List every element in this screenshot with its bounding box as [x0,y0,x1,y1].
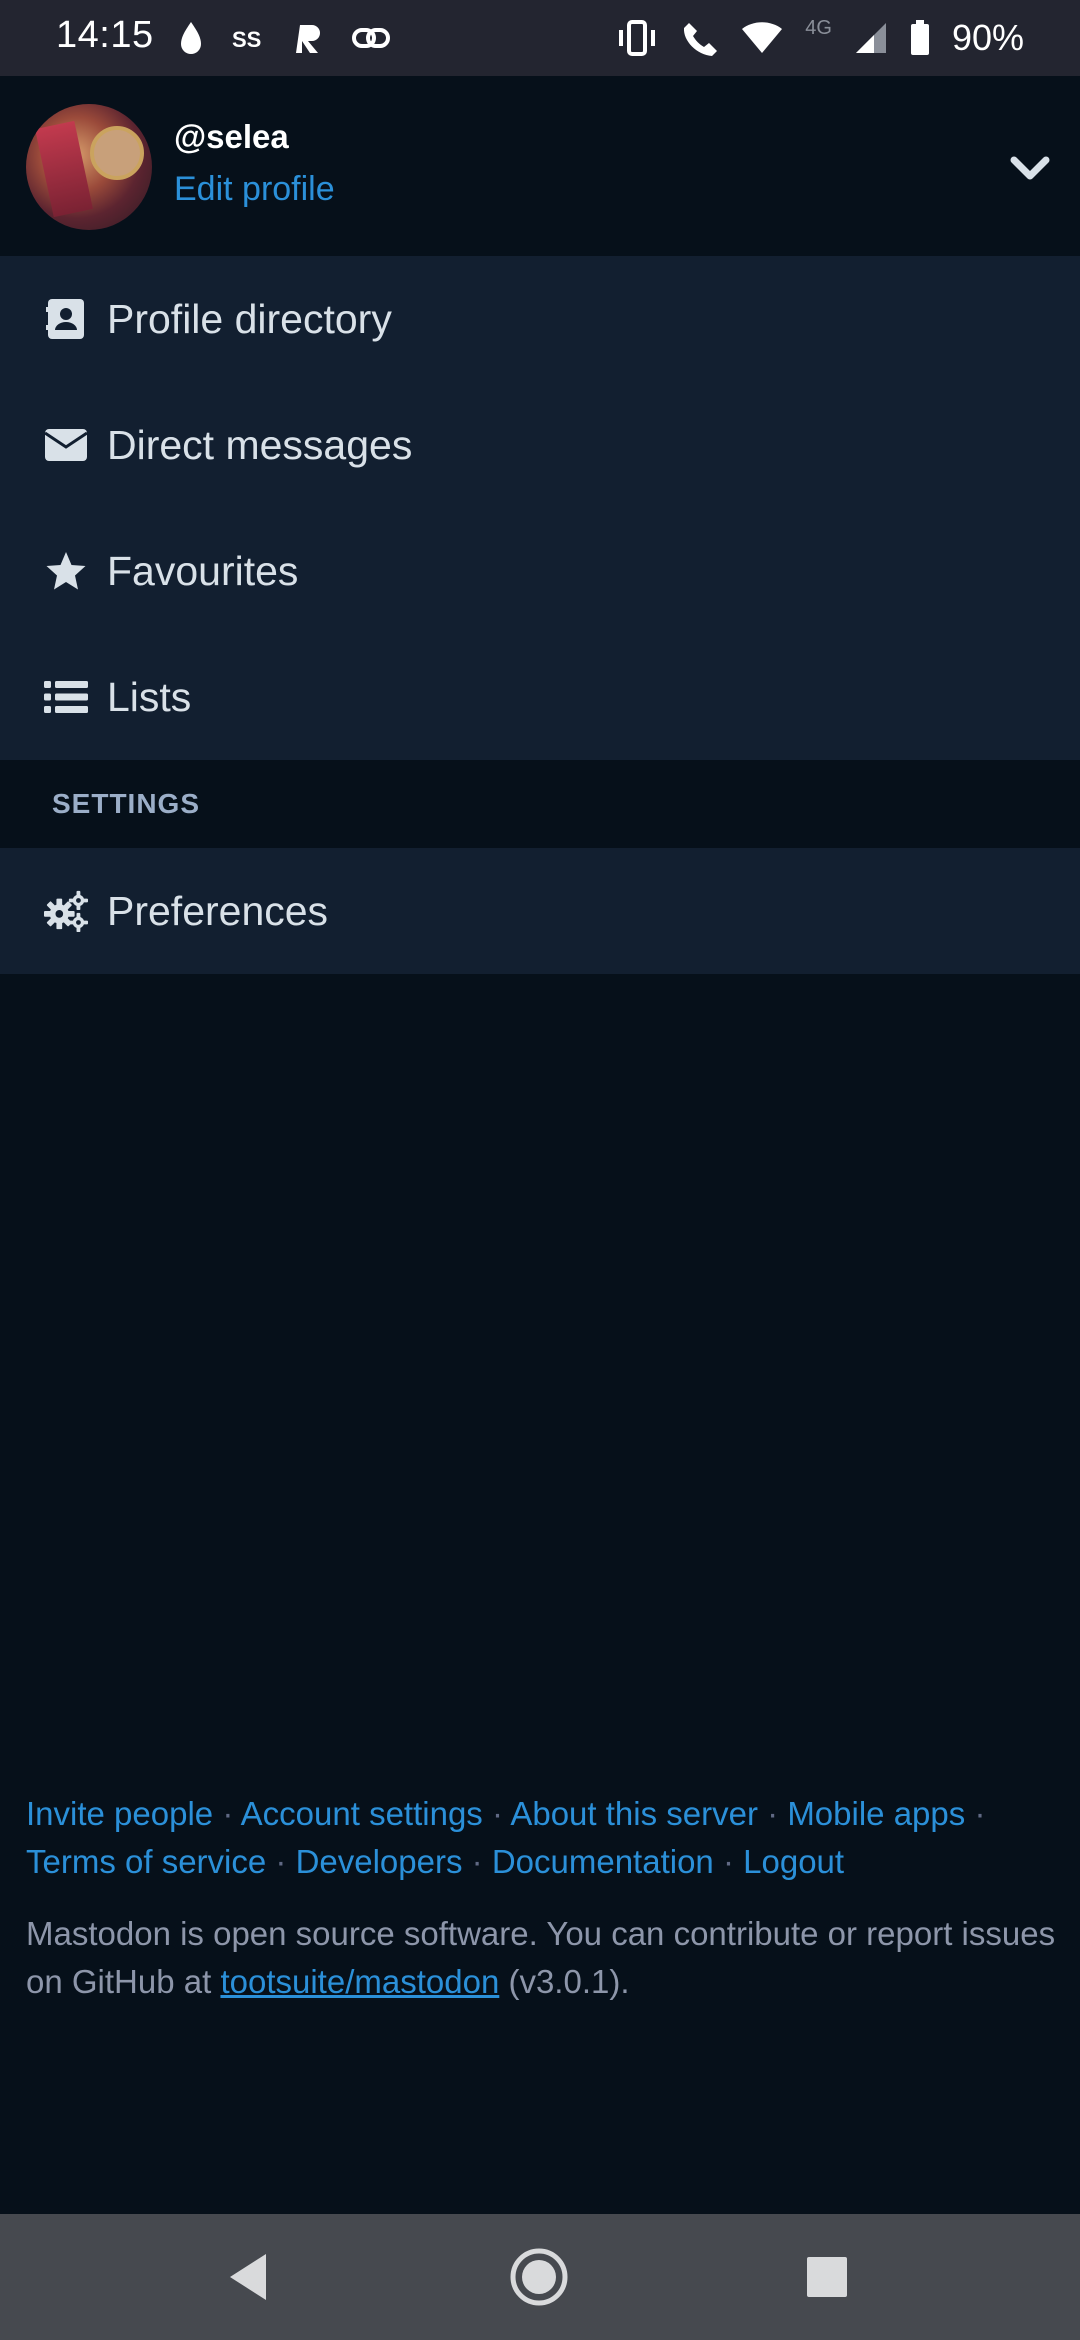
footer: Invite people · Account settings · About… [26,1790,1056,2006]
signal-icon [855,23,886,53]
version-text: (v3.0.1). [508,1963,630,2000]
status-bar: 14:15 SS 4G 90% [0,0,1080,76]
envelope-icon [44,423,88,467]
address-card-icon [44,297,88,341]
repo-link[interactable]: tootsuite/mastodon [220,1963,499,2000]
notification-drop-icon [181,22,201,54]
chevron-down-icon[interactable] [1008,146,1052,190]
settings-section-header: SETTINGS [0,760,1080,848]
menu-item-label: Profile directory [107,295,392,342]
notification-ss-icon: SS [232,27,261,52]
menu-item-direct-messages[interactable]: Direct messages [0,382,1080,508]
system-navigation-bar [0,2214,1080,2340]
link-icon [352,28,390,48]
menu-item-preferences[interactable]: Preferences [0,848,1080,974]
notification-r-icon [296,25,320,53]
menu-item-label: Direct messages [107,421,413,468]
menu-item-favourites[interactable]: Favourites [0,508,1080,634]
network-type: 4G [805,16,832,39]
back-icon[interactable] [216,2244,282,2310]
menu-item-profile-directory[interactable]: Profile directory [0,256,1080,382]
menu-item-label: Lists [107,673,192,720]
settings-menu: Preferences [0,848,1080,974]
recents-icon[interactable] [794,2244,860,2310]
account-header: @selea Edit profile [0,76,1080,256]
logout-link[interactable]: Logout [743,1843,844,1880]
footer-links: Invite people · Account settings · About… [26,1795,986,1880]
account-settings-link[interactable]: Account settings [241,1795,483,1832]
about-text: Mastodon is open source software. You ca… [26,1910,1056,2006]
documentation-link[interactable]: Documentation [492,1843,714,1880]
wifi-call-icon [684,23,718,56]
status-time: 14:15 [56,14,154,56]
battery-percent: 90% [951,17,1024,58]
menu-item-label: Favourites [107,547,299,594]
home-icon[interactable] [506,2244,572,2310]
about-server-link[interactable]: About this server [510,1795,758,1832]
status-notification-icons: SS [178,18,390,58]
gears-icon [44,889,88,933]
developers-link[interactable]: Developers [296,1843,463,1880]
invite-people-link[interactable]: Invite people [26,1795,213,1832]
terms-of-service-link[interactable]: Terms of service [26,1843,266,1880]
edit-profile-link[interactable]: Edit profile [174,170,335,209]
navigation-menu: Profile directory Direct messages Favour… [0,256,1080,760]
mobile-apps-link[interactable]: Mobile apps [787,1795,965,1832]
battery-icon [910,20,929,55]
list-icon [44,675,88,719]
username: @selea [174,118,289,155]
vibrate-icon [619,20,656,56]
menu-item-lists[interactable]: Lists [0,634,1080,760]
menu-item-label: Preferences [107,887,329,934]
svg-text:SS: SS [232,27,261,52]
wifi-icon [742,22,783,53]
settings-section-label: SETTINGS [52,788,201,819]
avatar[interactable] [26,104,152,230]
status-system-icons: 4G 90% [615,14,1024,62]
star-icon [44,549,88,593]
